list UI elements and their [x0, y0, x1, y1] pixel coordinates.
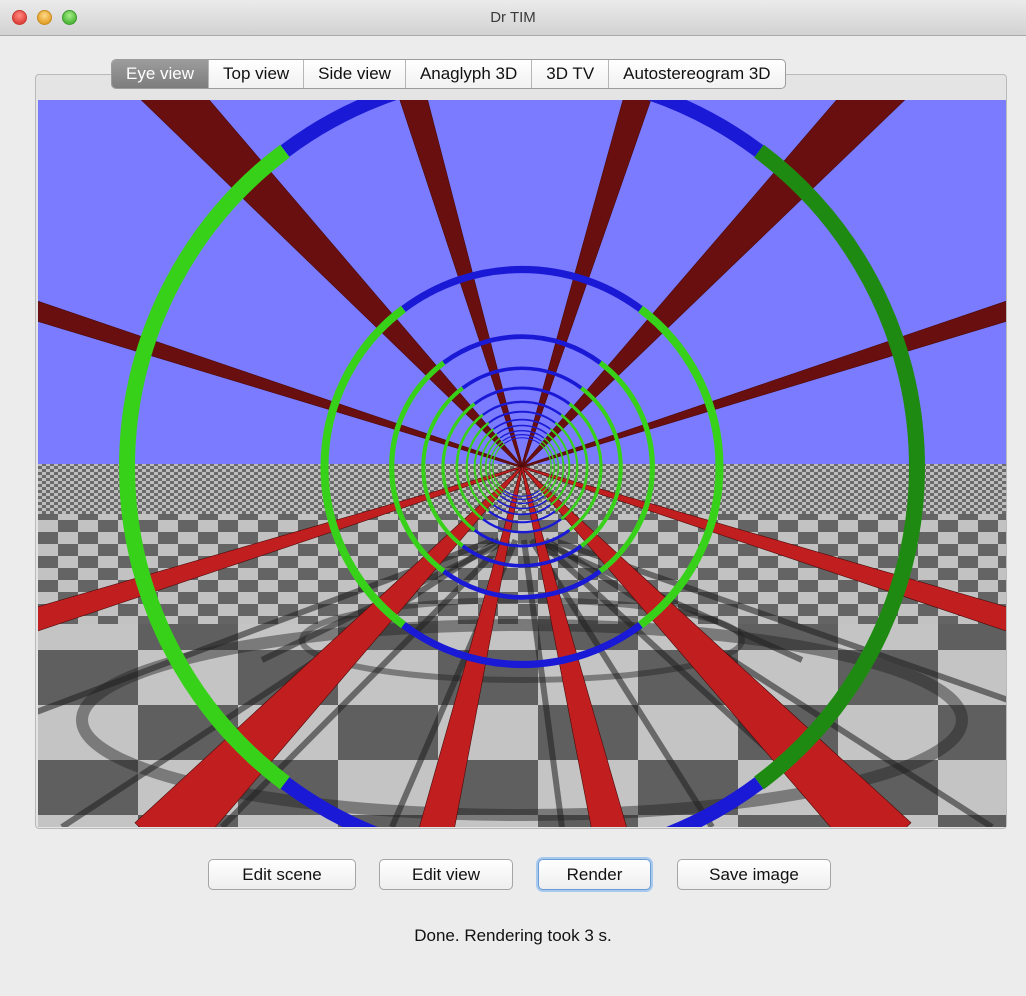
view-tabs: Eye view Top view Side view Anaglyph 3D …	[111, 59, 786, 89]
sky	[38, 100, 1006, 464]
edit-view-button[interactable]: Edit view	[379, 859, 513, 890]
render-button[interactable]: Render	[538, 859, 651, 890]
rendered-view	[38, 100, 1006, 827]
tab-3d-tv[interactable]: 3D TV	[531, 60, 608, 88]
tab-anaglyph-3d[interactable]: Anaglyph 3D	[404, 60, 531, 88]
status-message: Done. Rendering took 3 s.	[414, 926, 612, 945]
edit-scene-button[interactable]: Edit scene	[208, 859, 356, 890]
tab-side-view[interactable]: Side view	[303, 60, 405, 88]
tab-eye-view[interactable]: Eye view	[112, 60, 209, 88]
tab-top-view[interactable]: Top view	[208, 60, 303, 88]
window-title: Dr TIM	[490, 9, 536, 26]
rendered-image	[38, 100, 1006, 827]
tab-autostereogram-3d[interactable]: Autostereogram 3D	[608, 60, 784, 88]
title-bar[interactable]: Dr TIM	[0, 0, 1026, 36]
app-window: Dr TIM Eye view Top view Side view Anagl…	[0, 0, 1026, 996]
save-image-button[interactable]: Save image	[677, 859, 831, 890]
